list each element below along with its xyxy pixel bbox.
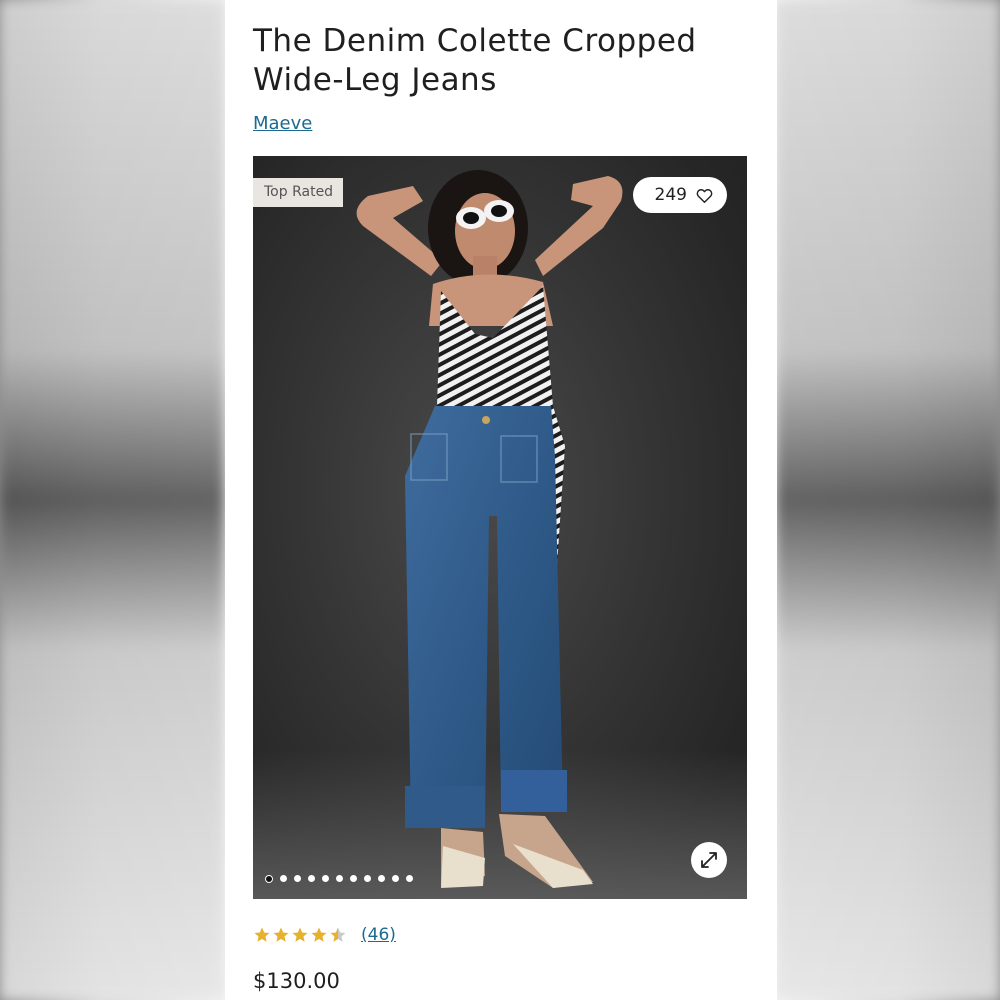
background-blur-right bbox=[775, 0, 1000, 1000]
product-title: The Denim Colette Cropped Wide-Leg Jeans bbox=[253, 23, 697, 98]
star-icon bbox=[273, 927, 289, 942]
background-blur-left bbox=[0, 0, 225, 1000]
carousel-dot[interactable] bbox=[308, 875, 315, 882]
zoom-button[interactable] bbox=[691, 842, 727, 878]
star-icon bbox=[254, 927, 270, 942]
carousel-dot[interactable] bbox=[406, 875, 413, 882]
rating-row: (46) bbox=[253, 925, 396, 945]
favorite-button[interactable]: 249 bbox=[632, 177, 727, 213]
star-rating bbox=[253, 926, 347, 944]
star-icon bbox=[292, 927, 308, 942]
star-icon bbox=[330, 927, 346, 942]
brand-link[interactable]: Maeve bbox=[253, 113, 312, 134]
carousel-dot[interactable] bbox=[294, 875, 301, 882]
product-price: $130.00 bbox=[253, 969, 340, 993]
carousel-dot[interactable] bbox=[392, 875, 399, 882]
product-photo bbox=[356, 170, 623, 888]
carousel-dot[interactable] bbox=[336, 875, 343, 882]
heart-outline-icon bbox=[696, 188, 713, 203]
carousel-dot[interactable] bbox=[350, 875, 357, 882]
top-rated-badge: Top Rated bbox=[253, 178, 344, 207]
carousel-dot[interactable] bbox=[364, 875, 371, 882]
carousel-dot[interactable] bbox=[322, 875, 329, 882]
favorites-count: 249 bbox=[654, 185, 687, 205]
reviews-link[interactable]: (46) bbox=[361, 925, 396, 945]
carousel-dot[interactable] bbox=[280, 875, 287, 882]
carousel-dot[interactable] bbox=[265, 875, 273, 883]
product-card: The Denim Colette Cropped Wide-Leg Jeans… bbox=[225, 0, 777, 1000]
carousel-dot[interactable] bbox=[378, 875, 385, 882]
product-image-carousel[interactable]: Top Rated 249 bbox=[253, 156, 747, 899]
star-icon bbox=[311, 927, 327, 942]
expand-arrows-icon bbox=[701, 852, 717, 868]
carousel-dots bbox=[265, 875, 413, 883]
